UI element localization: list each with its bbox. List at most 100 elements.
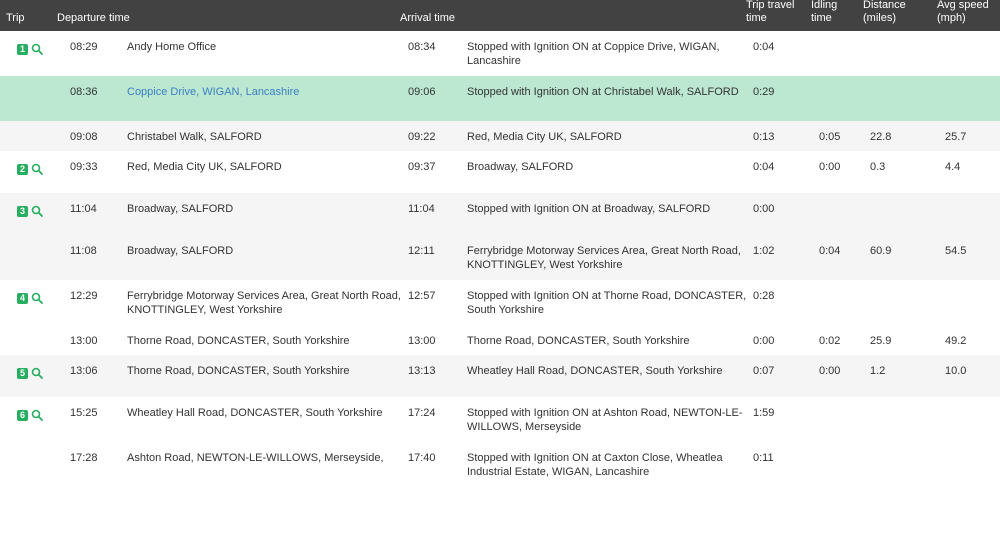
table-row[interactable]: 13:00 Thorne Road, DONCASTER, South Yorks…	[0, 325, 1000, 355]
arrival-location: Lancashire	[467, 55, 521, 67]
arrival-location: Industrial Estate, WIGAN, Lancashire	[467, 466, 650, 478]
arrival-location: Ferrybridge Motorway Services Area, Grea…	[467, 245, 741, 257]
departure-time: 08:36	[70, 86, 98, 98]
col-arrival[interactable]: Arrival time	[400, 12, 455, 25]
table-row[interactable]: 08:36 Coppice Drive, WIGAN, Lancashire 09:…	[0, 76, 1000, 121]
arrival-location: Thorne Road, DONCASTER, South Yorkshire	[467, 335, 690, 347]
departure-location: KNOTTINGLEY, West Yorkshire	[127, 304, 283, 316]
arrival-time: 13:00	[408, 335, 436, 347]
distance-miles: 0.3	[870, 161, 886, 173]
trip-travel-time: 1:59	[753, 407, 775, 419]
departure-time: 17:28	[70, 452, 98, 464]
col-departure[interactable]: Departure time	[57, 12, 130, 25]
trip-cell[interactable]: 6	[17, 409, 43, 421]
arrival-time: 09:06	[408, 86, 436, 98]
trip-number-badge[interactable]: 4	[17, 292, 28, 304]
departure-location: Christabel Walk, SALFORD	[127, 131, 262, 143]
idling-time: 0:02	[819, 335, 841, 347]
departure-location: Wheatley Hall Road, DONCASTER, South Yor…	[127, 407, 383, 419]
arrival-time: 12:57	[408, 290, 436, 302]
departure-time: 13:00	[70, 335, 98, 347]
magnifier-icon[interactable]	[31, 292, 43, 304]
trip-number-badge[interactable]: 1	[17, 43, 28, 55]
arrival-location: Broadway, SALFORD	[467, 161, 574, 173]
departure-time: 13:06	[70, 365, 98, 377]
magnifier-icon[interactable]	[31, 205, 43, 217]
distance-miles: 25.9	[870, 335, 892, 347]
col-trip[interactable]: Trip	[6, 12, 25, 25]
table-row[interactable]: 2 09:33 Red, Media City UK, SALFORD 09:37 Br…	[0, 151, 1000, 193]
trip-cell[interactable]: 5	[17, 367, 43, 379]
arrival-time: 09:22	[408, 131, 436, 143]
table-row[interactable]: 17:28 Ashton Road, NEWTON-LE-WILLOWS, Mer…	[0, 442, 1000, 487]
arrival-time: 17:24	[408, 407, 436, 419]
table-row[interactable]: 11:08 Broadway, SALFORD 12:11 Ferrybridge M…	[0, 235, 1000, 280]
arrival-location: Stopped with Ignition ON at Broadway, SA…	[467, 203, 711, 215]
arrival-location: WILLOWS, Merseyside	[467, 421, 582, 433]
trip-number-badge[interactable]: 3	[17, 205, 28, 217]
distance-miles: 60.9	[870, 245, 892, 257]
arrival-location: South Yorkshire	[467, 304, 545, 316]
table-row[interactable]: 6 15:25 Wheatley Hall Road, DONCASTER, Sou…	[0, 397, 1000, 442]
table-row[interactable]: 3 11:04 Broadway, SALFORD 11:04 Stopped with…	[0, 193, 1000, 235]
departure-time: 11:08	[70, 245, 97, 257]
arrival-time: 08:34	[408, 41, 436, 53]
arrival-location: Stopped with Ignition ON at Caxton Close…	[467, 452, 723, 464]
trip-number-badge[interactable]: 5	[17, 367, 28, 379]
trip-travel-time: 0:00	[753, 203, 775, 215]
idling-time: 0:04	[819, 245, 841, 257]
idling-time: 0:00	[819, 161, 841, 173]
magnifier-icon[interactable]	[31, 43, 43, 55]
table-row[interactable]: 4 12:29 Ferrybridge Motorway Services Area…	[0, 280, 1000, 325]
table-row[interactable]: 09:08 Christabel Walk, SALFORD 09:22 Red, M…	[0, 121, 1000, 151]
arrival-time: 09:37	[408, 161, 436, 173]
departure-time: 11:04	[70, 203, 97, 215]
col-travel[interactable]: Trip travel time	[746, 0, 795, 25]
departure-location: Andy Home Office	[127, 41, 217, 53]
trip-travel-time: 0:29	[753, 86, 775, 98]
trip-travel-time: 0:28	[753, 290, 775, 302]
table-row[interactable]: 1 08:29 Andy Home Office 08:34 Stopped with …	[0, 31, 1000, 76]
departure-location: Ferrybridge Motorway Services Area, Grea…	[127, 290, 401, 302]
departure-location[interactable]: Coppice Drive, WIGAN, Lancashire	[127, 85, 299, 99]
trip-number-badge[interactable]: 6	[17, 409, 28, 421]
avg-speed: 4.4	[945, 161, 961, 173]
col-distance[interactable]: Distance (miles)	[863, 0, 906, 25]
distance-miles: 22.8	[870, 131, 892, 143]
avg-speed: 10.0	[945, 365, 967, 377]
departure-time: 09:08	[70, 131, 98, 143]
trip-travel-time: 0:07	[753, 365, 775, 377]
trip-cell[interactable]: 3	[17, 205, 43, 217]
arrival-time: 13:13	[408, 365, 436, 377]
arrival-time: 17:40	[408, 452, 436, 464]
departure-location: Thorne Road, DONCASTER, South Yorkshire	[127, 335, 350, 347]
magnifier-icon[interactable]	[31, 409, 43, 421]
magnifier-icon[interactable]	[31, 367, 43, 379]
trip-travel-time: 0:04	[753, 161, 775, 173]
departure-time: 12:29	[70, 290, 98, 302]
trip-cell[interactable]: 1	[17, 43, 43, 55]
arrival-location: Red, Media City UK, SALFORD	[467, 131, 622, 143]
trip-travel-time: 0:00	[753, 335, 775, 347]
trip-cell[interactable]: 4	[17, 292, 43, 304]
departure-time: 15:25	[70, 407, 98, 419]
avg-speed: 49.2	[945, 335, 967, 347]
departure-time: 08:29	[70, 41, 98, 53]
trip-number-badge[interactable]: 2	[17, 163, 28, 175]
departure-location: Red, Media City UK, SALFORD	[127, 161, 282, 173]
trip-cell[interactable]: 2	[17, 163, 43, 175]
avg-speed: 25.7	[945, 131, 967, 143]
arrival-location: Stopped with Ignition ON at Coppice Driv…	[467, 41, 720, 53]
trip-travel-time: 0:13	[753, 131, 775, 143]
idling-time: 0:00	[819, 365, 841, 377]
magnifier-icon[interactable]	[31, 163, 43, 175]
table-row[interactable]: 5 13:06 Thorne Road, DONCASTER, South York…	[0, 355, 1000, 397]
col-idling[interactable]: Idling time	[811, 0, 837, 25]
table-header: Trip Departure time Arrival time Trip tr…	[0, 0, 1000, 31]
avg-speed: 54.5	[945, 245, 967, 257]
arrival-location: Wheatley Hall Road, DONCASTER, South Yor…	[467, 365, 723, 377]
arrival-location: Stopped with Ignition ON at Thorne Road,…	[467, 290, 747, 302]
trip-travel-time: 0:04	[753, 41, 775, 53]
arrival-time: 11:04	[408, 203, 435, 215]
col-speed[interactable]: Avg speed (mph)	[937, 0, 989, 25]
